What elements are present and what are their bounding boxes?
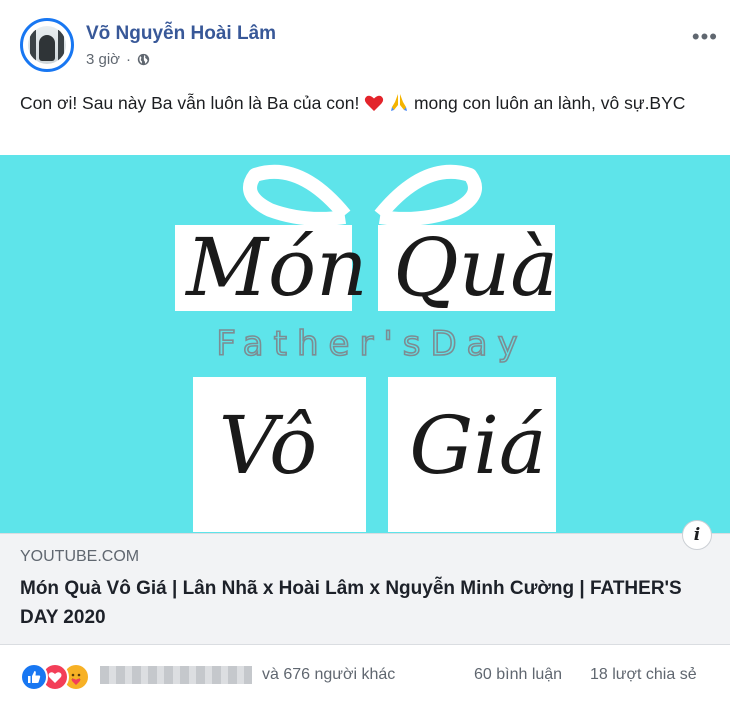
thumbnail-artwork: Món Quà Father'sDay Vô Giá bbox=[175, 164, 558, 532]
thumbnail-subtitle: Father'sDay bbox=[216, 324, 527, 364]
thumbnail-script-line1: Món Quà bbox=[184, 221, 558, 314]
avatar[interactable] bbox=[20, 18, 74, 72]
facebook-post: Võ Nguyễn Hoài Lâm 3 giờ · ••• Con ơi! S… bbox=[0, 0, 730, 704]
link-thumbnail[interactable]: Món Quà Father'sDay Vô Giá bbox=[0, 155, 730, 533]
share-count[interactable]: 18 lượt chia sẻ bbox=[590, 666, 697, 684]
thumbnail-script-line2-right: Giá bbox=[409, 399, 546, 492]
post-time[interactable]: 3 giờ bbox=[86, 51, 120, 68]
link-preview[interactable]: i YOUTUBE.COM Món Quà Vô Giá | Lân Nhã x… bbox=[0, 520, 730, 645]
post-header: Võ Nguyễn Hoài Lâm 3 giờ · ••• bbox=[20, 18, 730, 78]
blurred-reactor-names bbox=[100, 666, 252, 684]
info-icon[interactable]: i bbox=[682, 520, 712, 550]
post-footer: và 676 người khác 60 bình luận 18 lượt c… bbox=[0, 655, 730, 695]
post-meta: 3 giờ · bbox=[86, 51, 150, 68]
like-icon bbox=[20, 663, 48, 691]
separator-dot: · bbox=[126, 51, 132, 68]
reaction-others[interactable]: và 676 người khác bbox=[262, 666, 395, 684]
post-caption: Con ơi! Sau này Ba vẫn luôn là Ba của co… bbox=[20, 88, 715, 118]
link-domain: YOUTUBE.COM bbox=[20, 548, 140, 565]
caption-tail: mong con luôn an lành, vô sự.BYC bbox=[413, 93, 686, 113]
folded-hands-emoji-icon bbox=[391, 94, 408, 111]
avatar-photo-detail bbox=[58, 30, 64, 64]
thumbnail-script-line2-left: Vô bbox=[219, 399, 318, 492]
caption-text: Con ơi! Sau này Ba vẫn luôn là Ba của co… bbox=[20, 93, 365, 113]
reaction-icons[interactable] bbox=[20, 663, 90, 691]
gift-bow-left bbox=[243, 164, 351, 226]
avatar-photo-detail bbox=[30, 30, 36, 64]
gift-bow-right bbox=[374, 164, 482, 226]
heart-emoji-icon bbox=[365, 95, 384, 111]
comment-count[interactable]: 60 bình luận bbox=[474, 666, 562, 684]
avatar-photo bbox=[28, 26, 66, 64]
author-name[interactable]: Võ Nguyễn Hoài Lâm bbox=[86, 23, 276, 45]
more-options-icon[interactable]: ••• bbox=[692, 24, 718, 50]
globe-icon[interactable] bbox=[137, 53, 150, 66]
link-title[interactable]: Món Quà Vô Giá | Lân Nhã x Hoài Lâm x Ng… bbox=[20, 574, 710, 632]
avatar-photo-person bbox=[39, 35, 55, 61]
